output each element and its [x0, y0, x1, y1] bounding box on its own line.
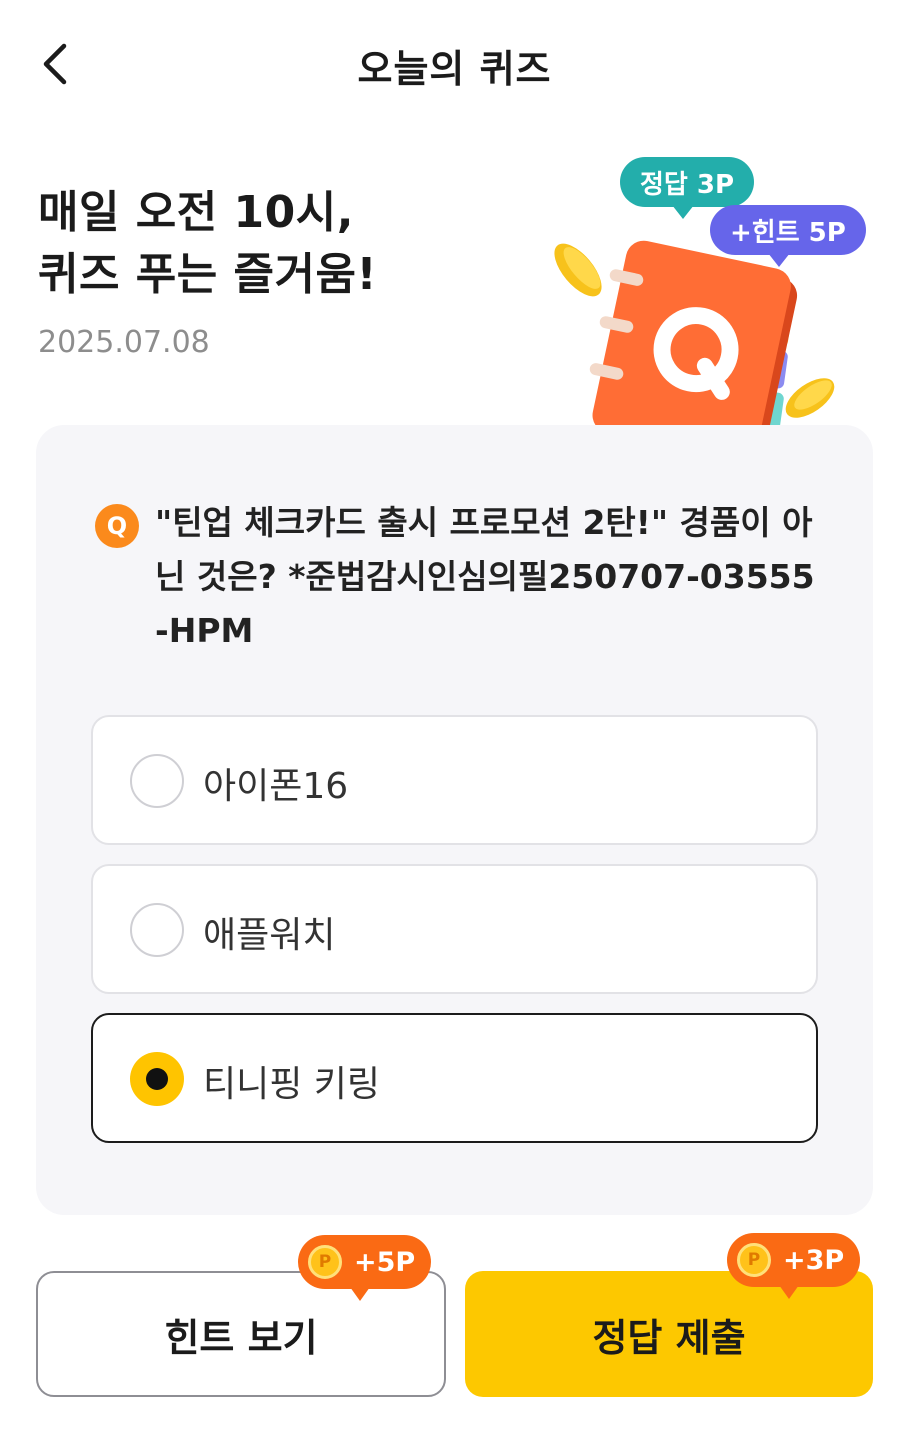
radio-button[interactable] — [130, 903, 184, 957]
point-coin-icon: P — [737, 1243, 771, 1277]
hero-title-line2: 퀴즈 푸는 즐거움! — [38, 249, 378, 300]
hint-point-value: +5P — [354, 1246, 416, 1278]
answer-option-2[interactable]: 애플워치 — [91, 864, 818, 994]
question: Q "틴업 체크카드 출시 프로모션 2탄!" 경품이 아닌 것은? *준법감시… — [95, 496, 815, 658]
submit-point-value: +3P — [783, 1244, 845, 1276]
quiz-notebook-illustration: 정답 3P +힌트 5P — [548, 150, 866, 470]
radio-button[interactable] — [130, 754, 184, 808]
option-label: 아이폰16 — [203, 766, 349, 807]
quiz-date: 2025.07.08 — [38, 325, 210, 360]
answer-option-1[interactable]: 아이폰16 — [91, 715, 818, 845]
question-badge: Q — [95, 504, 139, 548]
answer-points-badge: 정답 3P — [620, 157, 755, 219]
radio-button-selected[interactable] — [130, 1052, 184, 1106]
hero-title-line1: 매일 오전 10시, — [38, 187, 354, 238]
hero-title: 매일 오전 10시, 퀴즈 푸는 즐거움! — [38, 182, 377, 306]
submit-point-badge: P +3P — [727, 1233, 861, 1299]
option-label: 티니핑 키링 — [203, 1064, 381, 1105]
hint-points-badge: +힌트 5P — [710, 205, 866, 267]
hint-point-badge: P +5P — [298, 1235, 432, 1301]
submit-answer-button[interactable]: 정답 제출 — [465, 1271, 873, 1397]
answer-option-3[interactable]: 티니핑 키링 — [91, 1013, 818, 1143]
question-text: "틴업 체크카드 출시 프로모션 2탄!" 경품이 아닌 것은? *준법감시인심… — [155, 503, 815, 650]
page-title: 오늘의 퀴즈 — [357, 47, 552, 91]
hint-button[interactable]: 힌트 보기 — [36, 1271, 446, 1397]
point-coin-icon: P — [308, 1245, 342, 1279]
header: 오늘의 퀴즈 — [0, 0, 909, 124]
option-label: 애플워치 — [203, 915, 336, 956]
